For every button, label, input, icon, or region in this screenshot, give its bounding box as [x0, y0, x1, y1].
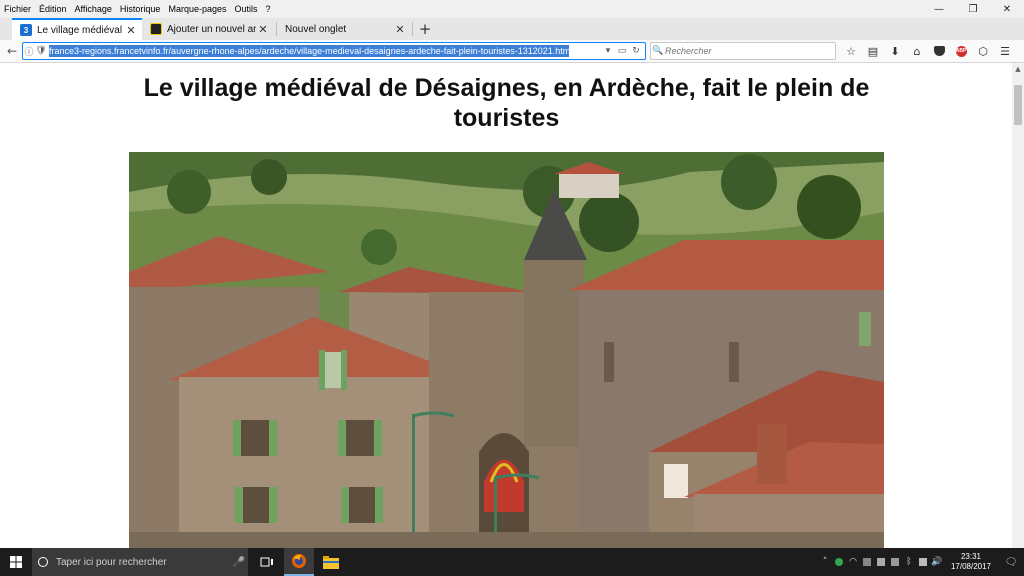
microphone-icon[interactable]: 🎤 — [230, 557, 248, 568]
reader-view-icon[interactable]: ▭ — [615, 46, 629, 56]
wifi-icon[interactable]: ◠ — [846, 548, 860, 576]
menu-outils[interactable]: Outils — [231, 4, 262, 14]
url-bar[interactable]: ⓘ 🛡 france3-regions.francetvinfo.fr/auve… — [22, 42, 646, 60]
tray-app-icon[interactable] — [888, 548, 902, 576]
tab-label: Ajouter un nouvel article ‹ Le — [167, 23, 256, 35]
tab-separator — [412, 22, 413, 36]
scroll-up-icon[interactable]: ▲ — [1012, 63, 1024, 75]
url-input[interactable]: france3-regions.francetvinfo.fr/auvergne… — [49, 45, 569, 57]
url-actions: ▾ ▭ ↻ — [601, 43, 643, 59]
extension-icon[interactable]: ⬡ — [972, 42, 994, 60]
tab-nouvel-onglet[interactable]: Nouvel onglet ✕ — [277, 18, 411, 40]
scroll-thumb[interactable] — [1014, 85, 1022, 125]
tab-desaignes[interactable]: 3 Le village médiéval de Désaignes ✕ — [12, 18, 142, 40]
clock[interactable]: 23:31 17/08/2017 — [944, 548, 998, 576]
tab-strip: 3 Le village médiéval de Désaignes ✕ Ajo… — [0, 18, 1024, 40]
tab-label: Nouvel onglet — [285, 23, 347, 35]
home-icon[interactable]: ⌂ — [906, 42, 928, 60]
abp-badge: ABP — [955, 45, 967, 57]
clock-time: 23:31 — [960, 552, 982, 561]
tracking-shield-icon[interactable]: 🛡 — [35, 46, 47, 56]
close-icon[interactable]: ✕ — [124, 24, 138, 37]
search-input[interactable] — [665, 46, 815, 56]
cortana-icon — [38, 557, 48, 567]
tray-app-icon[interactable] — [874, 548, 888, 576]
menu-bar: Fichier Édition Affichage Historique Mar… — [0, 0, 1024, 18]
search-icon: 🔍 — [652, 46, 664, 56]
task-view-button[interactable] — [252, 548, 282, 576]
close-icon[interactable]: ✕ — [256, 23, 270, 36]
restore-icon[interactable]: ❐ — [956, 0, 990, 18]
url-dropdown-icon[interactable]: ▾ — [601, 46, 615, 56]
file-explorer-button[interactable] — [316, 548, 346, 576]
tray-overflow-icon[interactable]: ˄ — [818, 548, 832, 576]
back-arrow-icon[interactable]: ← — [4, 43, 20, 59]
minimize-icon[interactable]: — — [922, 0, 956, 18]
notification-icon[interactable]: 🗨 — [998, 548, 1024, 576]
france3-favicon-icon: 3 — [20, 24, 32, 36]
adblock-icon[interactable]: ABP — [950, 42, 972, 60]
start-button[interactable] — [0, 548, 32, 576]
pocket-icon[interactable] — [928, 42, 950, 60]
page-scrollbar[interactable]: ▲ — [1012, 63, 1024, 548]
tray-app-icon[interactable] — [916, 548, 930, 576]
task-view-icon — [260, 557, 273, 567]
page-content: Le village médiéval de Désaignes, en Ard… — [0, 63, 1012, 548]
pocket-shape — [933, 46, 945, 56]
system-tray: ˄ ◠ ᛒ 🔊 23:31 17/08/2017 🗨 — [818, 548, 1024, 576]
menu-icon[interactable]: ☰ — [994, 42, 1016, 60]
window-controls: — ❐ ✕ — [922, 0, 1024, 18]
article-photo — [129, 152, 884, 548]
navigation-bar: ← ⓘ 🛡 france3-regions.francetvinfo.fr/au… — [0, 40, 1024, 63]
site-favicon-icon — [150, 23, 162, 35]
menu-help[interactable]: ? — [262, 4, 275, 14]
download-icon[interactable]: ⬇ — [884, 42, 906, 60]
new-tab-button[interactable]: + — [416, 18, 434, 40]
menu-historique[interactable]: Historique — [116, 4, 165, 14]
close-icon[interactable]: ✕ — [393, 23, 407, 36]
tab-ajouter-article[interactable]: Ajouter un nouvel article ‹ Le ✕ — [142, 18, 274, 40]
windows-taskbar: Taper ici pour rechercher 🎤 ˄ ◠ ᛒ 🔊 23:3… — [0, 548, 1024, 576]
menu-fichier[interactable]: Fichier — [0, 4, 35, 14]
folder-icon — [323, 555, 339, 569]
article-title: Le village médiéval de Désaignes, en Ard… — [143, 74, 870, 132]
windows-logo-icon — [10, 556, 22, 568]
library-icon[interactable]: ▤ — [862, 42, 884, 60]
menu-edition[interactable]: Édition — [35, 4, 71, 14]
toolbar-icons: ☆ ▤ ⬇ ⌂ ABP ⬡ ☰ — [840, 42, 1016, 60]
clock-date: 17/08/2017 — [950, 562, 992, 571]
taskbar-search-label: Taper ici pour rechercher — [56, 556, 167, 568]
firefox-icon — [292, 554, 306, 568]
close-window-icon[interactable]: ✕ — [990, 0, 1024, 18]
star-icon[interactable]: ☆ — [840, 42, 862, 60]
tab-label: Le village médiéval de Désaignes — [37, 24, 124, 36]
menu-affichage[interactable]: Affichage — [71, 4, 116, 14]
taskbar-search-box[interactable]: Taper ici pour rechercher 🎤 — [32, 548, 248, 576]
tray-app-icon[interactable] — [832, 548, 846, 576]
info-icon[interactable]: ⓘ — [23, 45, 35, 58]
firefox-taskbar-button[interactable] — [284, 548, 314, 576]
search-bar[interactable]: 🔍 — [650, 42, 836, 60]
tray-app-icon[interactable] — [860, 548, 874, 576]
menu-marque-pages[interactable]: Marque-pages — [164, 4, 230, 14]
volume-icon[interactable]: 🔊 — [930, 548, 944, 576]
bluetooth-icon[interactable]: ᛒ — [902, 548, 916, 576]
reload-icon[interactable]: ↻ — [629, 46, 643, 56]
